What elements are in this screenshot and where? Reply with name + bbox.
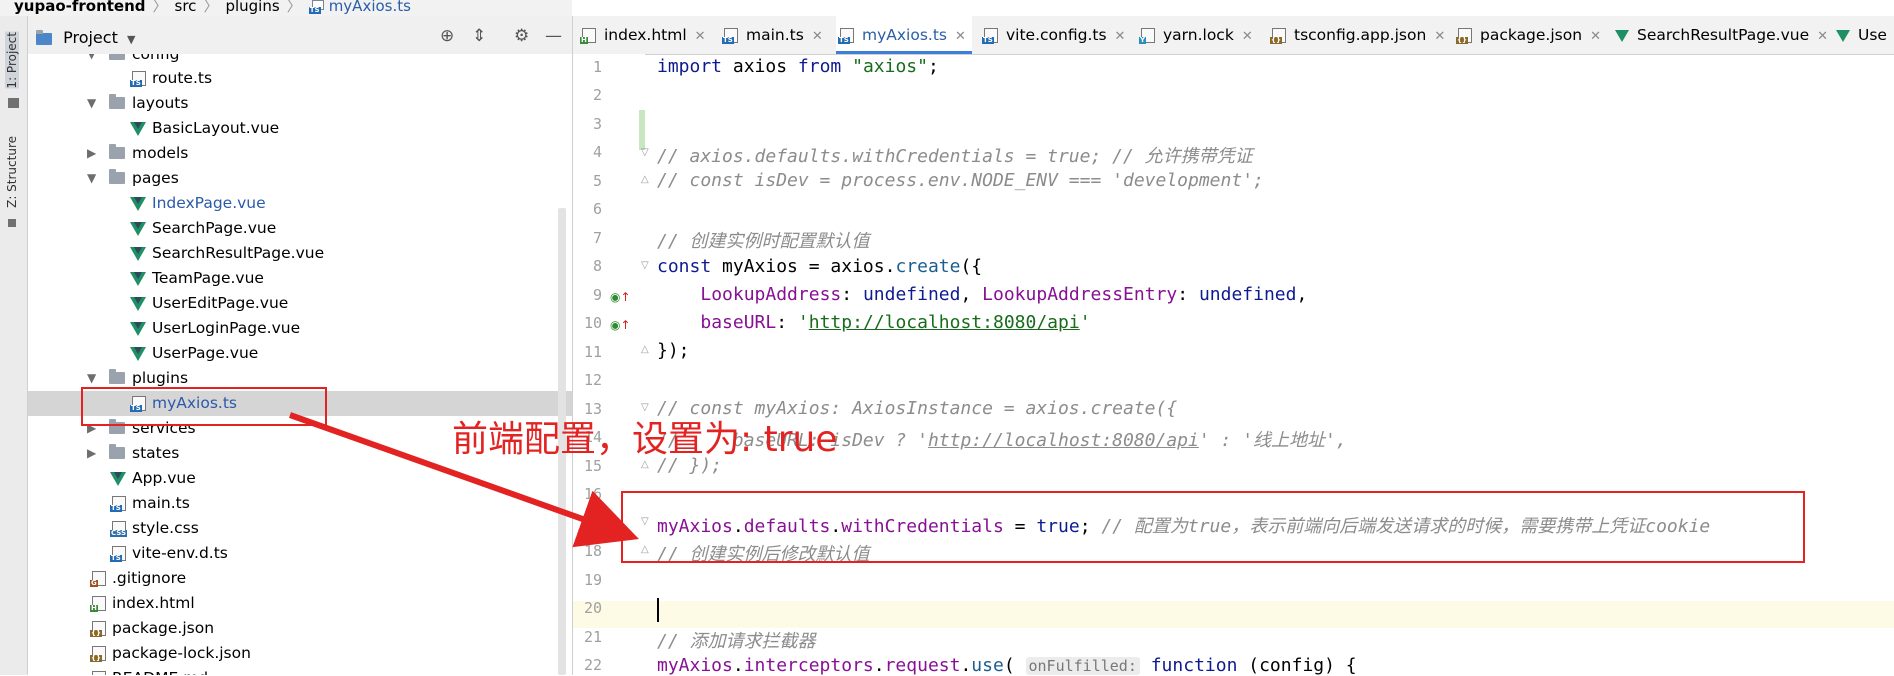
editor-tab-label: Use [1858,26,1887,44]
editor-tab[interactable]: TS myAxios.ts ✕ [836,16,972,54]
editor-tab[interactable]: SearchResultPage.vue ✕ [1611,16,1828,54]
annotation-callout: 前端配置，设置为: true [452,419,838,460]
close-icon[interactable]: ✕ [955,29,966,44]
close-icon[interactable]: ✕ [1242,29,1253,44]
close-icon[interactable]: ✕ [812,29,823,44]
editor-tab[interactable]: {} package.json ✕ [1454,16,1602,54]
editor-tab[interactable]: {} tsconfig.app.json ✕ [1268,16,1446,54]
editor-tab-label: yarn.lock [1163,26,1234,44]
editor-tab-label: myAxios.ts [862,26,947,44]
close-icon[interactable]: ✕ [1817,29,1828,44]
html-file-icon: H [580,28,596,44]
vue-file-icon [1615,30,1629,42]
close-icon[interactable]: ✕ [695,29,706,44]
editor-tab-label: vite.config.ts [1006,26,1107,44]
editor-tab-label: main.ts [746,26,804,44]
close-icon[interactable]: ✕ [1115,29,1126,44]
editor-tab-label: SearchResultPage.vue [1637,26,1810,44]
close-icon[interactable]: ✕ [1434,29,1445,44]
json-file-icon: {} [1456,28,1472,44]
vue-file-icon [1836,30,1850,42]
editor-tab[interactable]: TS main.ts ✕ [720,16,828,54]
editor-tab-label: index.html [604,26,687,44]
ts-file-icon: TS [838,28,854,44]
ts-file-icon: TS [982,28,998,44]
editor-tab[interactable]: Hindex.html ✕ [578,16,711,54]
editor-tab[interactable]: TS vite.config.ts ✕ [980,16,1128,54]
editor-tab[interactable]: Yyarn.lock ✕ [1137,16,1259,54]
close-icon[interactable]: ✕ [1590,29,1601,44]
editor-tab[interactable]: Use [1832,16,1894,54]
editor-tab-label: package.json [1480,26,1583,44]
editor-tab-label: tsconfig.app.json [1294,26,1427,44]
annotation-arrow [288,412,639,548]
yarn-file-icon: Y [1139,28,1155,44]
ts-file-icon: TS [722,28,738,44]
json-file-icon: {} [1270,28,1286,44]
